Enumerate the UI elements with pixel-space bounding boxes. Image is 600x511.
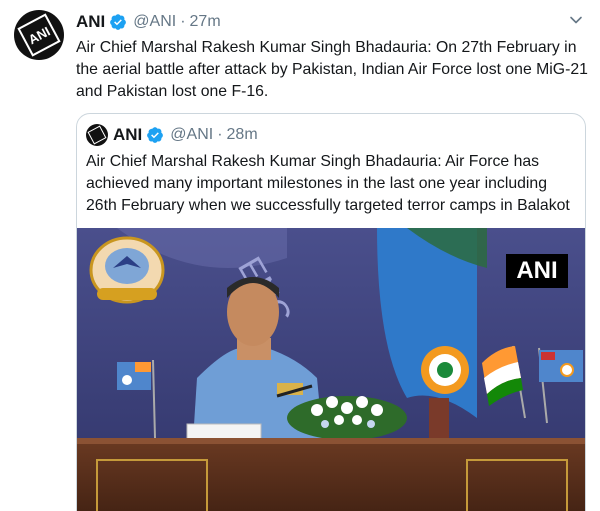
flower-arrangement bbox=[287, 396, 407, 440]
iaf-crest bbox=[89, 236, 165, 304]
quoted-tweet-header: ANI @ANI · 28m bbox=[113, 124, 258, 146]
chevron-down-icon[interactable] bbox=[568, 12, 584, 28]
tweet-header: ANI @ANI · 27m bbox=[76, 11, 221, 33]
tweet[interactable]: ANI ANI @ANI · 27m Air Chief Marshal Rak… bbox=[0, 0, 600, 511]
quoted-author-handle[interactable]: @ANI bbox=[170, 126, 213, 144]
quoted-avatar[interactable] bbox=[86, 124, 108, 146]
ani-watermark: ANI bbox=[506, 254, 568, 288]
ani-logo: ANI bbox=[17, 13, 61, 57]
separator-dot: · bbox=[180, 13, 186, 30]
tweet-text: Air Chief Marshal Rakesh Kumar Singh Bha… bbox=[76, 39, 588, 100]
quoted-tweet-text: Air Chief Marshal Rakesh Kumar Singh Bha… bbox=[86, 153, 570, 214]
quoted-tweet-photo[interactable]: ENC bbox=[77, 228, 585, 511]
quoted-tweet[interactable]: ANI @ANI · 28m Air Chief Marshal Rakesh … bbox=[76, 113, 586, 511]
verified-badge-icon bbox=[147, 127, 164, 143]
ani-logo bbox=[87, 125, 107, 145]
quoted-author-name[interactable]: ANI bbox=[113, 125, 142, 145]
author-handle[interactable]: @ANI bbox=[133, 13, 176, 31]
quoted-tweet-timestamp[interactable]: 28m bbox=[227, 126, 258, 144]
separator-dot: · bbox=[217, 126, 223, 143]
avatar-logo-text: ANI bbox=[25, 23, 53, 47]
iaf-roundel bbox=[421, 346, 469, 394]
verified-badge-icon bbox=[110, 14, 127, 30]
author-name[interactable]: ANI bbox=[76, 12, 105, 32]
tweet-timestamp[interactable]: 27m bbox=[190, 13, 221, 31]
avatar[interactable]: ANI bbox=[14, 10, 64, 60]
